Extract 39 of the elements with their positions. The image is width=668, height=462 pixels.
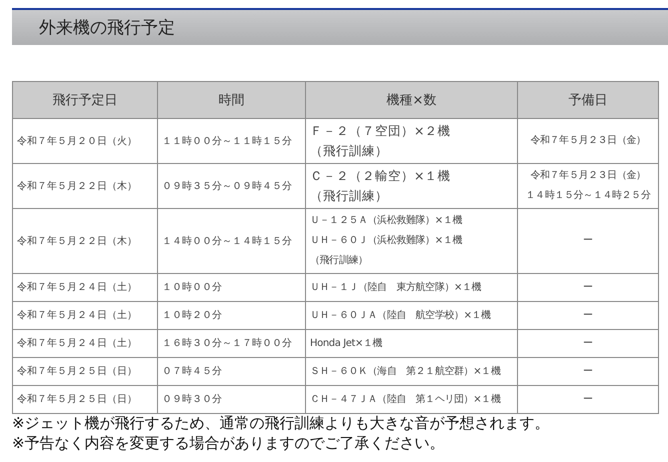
- time-cell: ０９時３５分～０９時４５分: [158, 164, 306, 208]
- reserve-cell: ー: [518, 302, 658, 330]
- reserve-cell: ー: [518, 386, 658, 414]
- page-title: 外来機の飛行予定: [39, 17, 175, 39]
- date-cell: 令和７年５月２０日（火）: [12, 118, 158, 164]
- aircraft-cell: Ｕ－１２５Ａ（浜松救難隊）×１機 ＵＨ－６０Ｊ（浜松救難隊）×１機 （飛行訓練）: [306, 208, 518, 274]
- column-header: 飛行予定日: [12, 82, 158, 118]
- aircraft-cell: ＳＨ－６０Ｋ（海自 第２１航空群）×１機: [306, 358, 518, 386]
- time-cell: １０時００分: [158, 274, 306, 302]
- aircraft-cell: ＵＨ－６０ＪＡ（陸自 航空学校）×１機: [306, 302, 518, 330]
- time-cell: １１時００分～１１時１５分: [158, 118, 306, 164]
- time-cell: １０時２０分: [158, 302, 306, 330]
- date-cell: 令和７年５月２５日（日）: [12, 358, 158, 386]
- aircraft-cell: Ｃ－２（２輸空）×１機 （飛行訓練）: [306, 164, 518, 208]
- time-cell: ０９時３０分: [158, 386, 306, 414]
- note-text: ※予告なく内容を変更する場合がありますのでご了承ください。: [12, 434, 446, 453]
- date-cell: 令和７年５月２２日（木）: [12, 208, 158, 274]
- column-header: 時間: [158, 82, 306, 118]
- date-cell: 令和７年５月２４日（土）: [12, 330, 158, 358]
- time-cell: １６時３０分～１７時００分: [158, 330, 306, 358]
- date-cell: 令和７年５月２２日（木）: [12, 164, 158, 208]
- reserve-cell: ー: [518, 330, 658, 358]
- aircraft-cell: Ｆ－２（７空団）×２機 （飛行訓練）: [306, 118, 518, 164]
- reserve-cell: ー: [518, 358, 658, 386]
- column-header: 予備日: [518, 82, 658, 118]
- reserve-cell: ー: [518, 208, 658, 274]
- aircraft-cell: ＵＨ－１Ｊ（陸自 東方航空隊）×１機: [306, 274, 518, 302]
- reserve-cell: 令和７年５月２３日（金） １４時１５分～１４時２５分: [518, 164, 658, 208]
- time-cell: ０７時４５分: [158, 358, 306, 386]
- reserve-cell: 令和７年５月２３日（金）: [518, 118, 658, 164]
- time-cell: １４時００分～１４時１５分: [158, 208, 306, 274]
- aircraft-cell: Honda Jet×１機: [306, 330, 518, 358]
- aircraft-cell: ＣＨ－４７ＪＡ（陸自 第１ヘリ団）×１機: [306, 386, 518, 414]
- note-text: ※ジェット機が飛行するため、通常の飛行訓練よりも大きな音が予想されます。: [12, 414, 551, 434]
- date-cell: 令和７年５月２４日（土）: [12, 274, 158, 302]
- date-cell: 令和７年５月２５日（日）: [12, 386, 158, 414]
- date-cell: 令和７年５月２４日（土）: [12, 302, 158, 330]
- reserve-cell: ー: [518, 274, 658, 302]
- column-header: 機種×数: [306, 82, 518, 118]
